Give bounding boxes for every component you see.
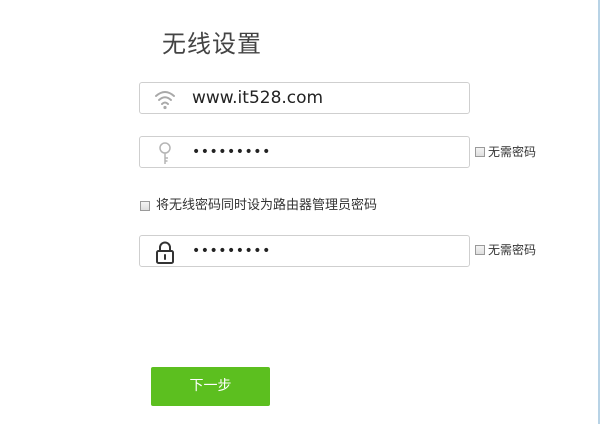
same-as-admin-checkbox[interactable] bbox=[140, 201, 150, 211]
admin-password-value: ••••••••• bbox=[192, 243, 271, 259]
admin-no-password-checkbox[interactable] bbox=[475, 245, 485, 255]
wifi-password-value: ••••••••• bbox=[192, 144, 271, 160]
wifi-icon bbox=[154, 87, 176, 111]
wifi-no-password-label[interactable]: 无需密码 bbox=[488, 145, 536, 159]
key-icon bbox=[154, 141, 176, 165]
ssid-input[interactable]: www.it528.com bbox=[139, 82, 470, 114]
ssid-value: www.it528.com bbox=[192, 88, 324, 108]
wifi-no-password-checkbox[interactable] bbox=[475, 147, 485, 157]
wifi-password-input[interactable]: ••••••••• bbox=[139, 136, 470, 168]
admin-password-input[interactable]: ••••••••• bbox=[139, 235, 470, 267]
lock-icon bbox=[154, 240, 176, 264]
admin-no-password-label[interactable]: 无需密码 bbox=[488, 243, 536, 257]
page-title: 无线设置 bbox=[162, 30, 262, 58]
next-button[interactable]: 下一步 bbox=[151, 367, 270, 406]
same-as-admin-label[interactable]: 将无线密码同时设为路由器管理员密码 bbox=[156, 199, 377, 213]
